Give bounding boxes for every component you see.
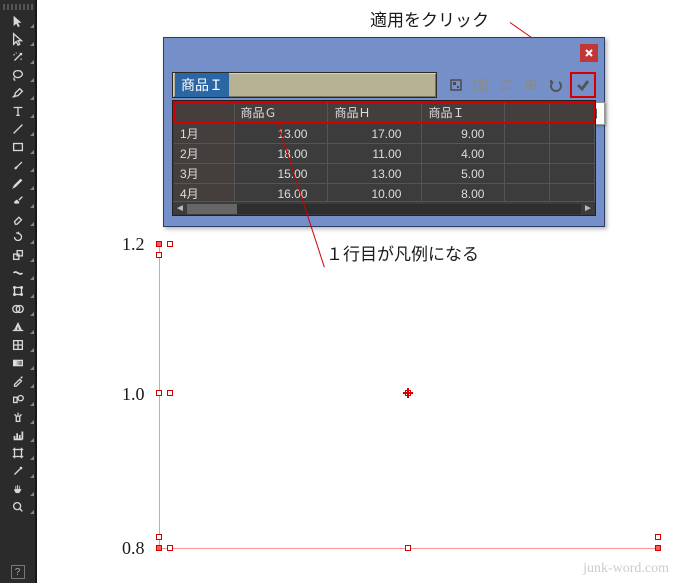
- line-tool[interactable]: [0, 120, 36, 138]
- cell[interactable]: 5.00: [422, 164, 505, 184]
- cell-value-text: 商品Ｉ: [175, 73, 229, 97]
- selection-handle[interactable]: [167, 390, 173, 396]
- column-graph-tool[interactable]: [0, 426, 36, 444]
- y-tick-top: 1.2: [122, 234, 145, 255]
- scale-tool[interactable]: [0, 246, 36, 264]
- col-header-empty[interactable]: [549, 102, 594, 123]
- perspective-grid-tool[interactable]: [0, 318, 36, 336]
- cell[interactable]: 17.00: [328, 123, 422, 144]
- selection-handle[interactable]: [405, 545, 411, 551]
- artboard-tool[interactable]: [0, 444, 36, 462]
- graph-data-panel: 商品Ｉ 適用 商品Ｇ 商品Ｈ 商品Ｉ 1月13.0017.009: [163, 37, 605, 227]
- mesh-tool[interactable]: [0, 336, 36, 354]
- row-label[interactable]: 4月: [174, 184, 234, 202]
- width-tool[interactable]: [0, 264, 36, 282]
- annotation-apply-click: 適用をクリック: [370, 6, 489, 31]
- swap-xy-icon[interactable]: [495, 74, 517, 96]
- lasso-tool[interactable]: [0, 66, 36, 84]
- cell[interactable]: 18.00: [234, 144, 328, 164]
- cell[interactable]: 13.00: [328, 164, 422, 184]
- selection-handle[interactable]: [156, 241, 162, 247]
- direct-selection-tool[interactable]: [0, 30, 36, 48]
- selection-handle[interactable]: [655, 545, 661, 551]
- cell[interactable]: 9.00: [422, 123, 505, 144]
- selection-edge: [159, 244, 160, 548]
- selection-handle[interactable]: [156, 390, 162, 396]
- hand-tool[interactable]: [0, 480, 36, 498]
- selection-handle[interactable]: [167, 241, 173, 247]
- selection-handle[interactable]: [156, 534, 162, 540]
- selection-handle[interactable]: [156, 252, 162, 258]
- pen-tool[interactable]: [0, 84, 36, 102]
- tools-panel: ?: [0, 0, 37, 583]
- blob-brush-tool[interactable]: [0, 192, 36, 210]
- eyedropper-tool[interactable]: [0, 372, 36, 390]
- symbol-sprayer-tool[interactable]: [0, 408, 36, 426]
- watermark: junk-word.com: [583, 561, 669, 577]
- y-tick-bot: 0.8: [122, 538, 145, 559]
- panel-toolbar: [437, 72, 596, 98]
- selection-tool[interactable]: [0, 12, 36, 30]
- chart-object[interactable]: 1.2 1.0 0.8: [155, 238, 665, 574]
- zoom-tool[interactable]: [0, 498, 36, 516]
- cell[interactable]: 11.00: [328, 144, 422, 164]
- cell[interactable]: 15.00: [234, 164, 328, 184]
- slice-tool[interactable]: [0, 462, 36, 480]
- row-label[interactable]: 3月: [174, 164, 234, 184]
- pencil-tool[interactable]: [0, 174, 36, 192]
- y-tick-mid: 1.0: [122, 384, 145, 405]
- row-label[interactable]: 2月: [174, 144, 234, 164]
- help-button[interactable]: ?: [11, 565, 25, 579]
- apply-button[interactable]: [570, 72, 596, 98]
- selection-handle[interactable]: [156, 545, 162, 551]
- cell-style-icon[interactable]: [520, 74, 542, 96]
- row-label[interactable]: 1月: [174, 123, 234, 144]
- type-tool[interactable]: [0, 102, 36, 120]
- scroll-left-arrow[interactable]: ◄: [173, 202, 187, 216]
- panel-grip[interactable]: [3, 4, 33, 10]
- scroll-right-arrow[interactable]: ►: [581, 202, 595, 216]
- cell[interactable]: 4.00: [422, 144, 505, 164]
- cell-value-input[interactable]: 商品Ｉ: [172, 72, 437, 98]
- cell[interactable]: 8.00: [422, 184, 505, 202]
- cell[interactable]: [549, 123, 594, 144]
- cell[interactable]: 10.00: [328, 184, 422, 202]
- rotate-tool[interactable]: [0, 228, 36, 246]
- blend-tool[interactable]: [0, 390, 36, 408]
- cell[interactable]: 16.00: [234, 184, 328, 202]
- col-header-h[interactable]: 商品Ｈ: [328, 102, 422, 123]
- shape-builder-tool[interactable]: [0, 300, 36, 318]
- col-header-g[interactable]: 商品Ｇ: [234, 102, 328, 123]
- col-header-blank[interactable]: [174, 102, 234, 123]
- paintbrush-tool[interactable]: [0, 156, 36, 174]
- eraser-tool[interactable]: [0, 210, 36, 228]
- rectangle-tool[interactable]: [0, 138, 36, 156]
- cell[interactable]: [505, 123, 550, 144]
- magic-wand-tool[interactable]: [0, 48, 36, 66]
- selection-handle[interactable]: [655, 534, 661, 540]
- free-transform-tool[interactable]: [0, 282, 36, 300]
- import-data-icon[interactable]: [445, 74, 467, 96]
- gradient-tool[interactable]: [0, 354, 36, 372]
- col-header-i[interactable]: 商品Ｉ: [422, 102, 505, 123]
- revert-icon[interactable]: [545, 74, 567, 96]
- selection-handle[interactable]: [167, 545, 173, 551]
- transpose-icon[interactable]: [470, 74, 492, 96]
- selection-center-icon: [403, 388, 413, 398]
- horizontal-scrollbar[interactable]: ◄ ►: [173, 201, 595, 215]
- close-button[interactable]: [580, 44, 598, 62]
- scroll-thumb[interactable]: [187, 204, 237, 214]
- col-header-empty[interactable]: [505, 102, 550, 123]
- data-grid[interactable]: 商品Ｇ 商品Ｈ 商品Ｉ 1月 13.00 17.009.00 2月18.0011.0…: [172, 100, 596, 216]
